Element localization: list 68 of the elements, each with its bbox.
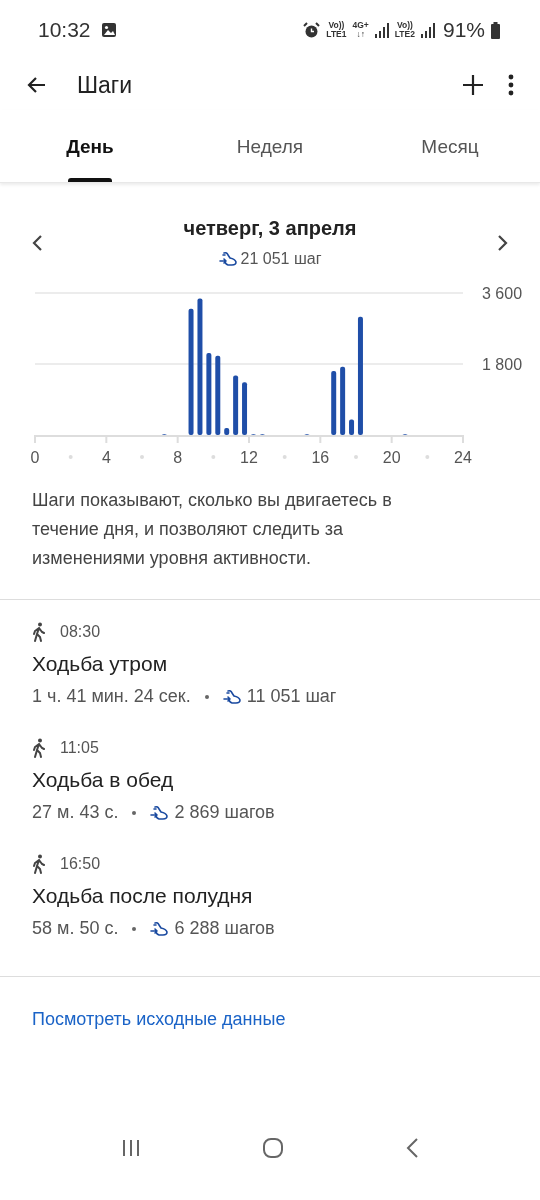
activity-steps: 11 051 шаг: [246, 686, 337, 707]
screen-title: Шаги: [77, 71, 133, 99]
x-tick-label: 24: [454, 449, 472, 466]
x-tick-label: 8: [173, 449, 183, 466]
more-options-icon[interactable]: [508, 74, 514, 96]
x-tick-label: 20: [382, 449, 401, 466]
battery-icon: [491, 21, 500, 39]
steps-icon: [222, 688, 243, 705]
x-tick-label: 12: [240, 449, 258, 466]
activity-time: 08:30: [60, 623, 101, 641]
total-steps: 21 051 шаг: [240, 250, 322, 268]
tab[interactable]: Месяц: [360, 110, 540, 182]
y-tick-label: 3 600: [482, 285, 523, 302]
activity-title: Ходьба в обед: [32, 768, 175, 792]
x-tick-label: 0: [30, 449, 40, 466]
alarm-icon: [303, 21, 321, 39]
bar: [340, 366, 346, 435]
signal-icon: [374, 22, 389, 38]
activity-time: 11:05: [60, 739, 99, 757]
separator-dot: [204, 694, 209, 699]
steps-icon: [150, 804, 171, 821]
bar: [331, 371, 337, 435]
activity-title: Ходьба после полудня: [32, 884, 254, 908]
tick-dot: [425, 455, 430, 459]
separator-dot: [132, 926, 137, 931]
tick-dot: [282, 455, 287, 459]
steps-icon: [150, 920, 171, 937]
tick-dot: [211, 455, 216, 459]
bar: [242, 382, 248, 435]
tick-dot: [140, 455, 144, 459]
battery-level: 91%: [442, 18, 485, 42]
previous-day-icon[interactable]: [30, 233, 44, 252]
network-label: Vo)) LTE2: [394, 21, 415, 39]
bar: [349, 419, 355, 435]
activity-duration: 1 ч. 41 мин. 24 сек.: [32, 686, 191, 707]
bar: [233, 375, 239, 435]
clock-time: 10:32: [38, 18, 91, 42]
activity-steps: 2 869 шагов: [174, 802, 275, 823]
tab[interactable]: Неделя: [180, 110, 360, 182]
y-tick-label: 1 800: [482, 356, 523, 373]
network-label: Vo)) LTE1: [326, 21, 347, 39]
activity-duration: 58 м. 50 с.: [32, 918, 119, 939]
data-label: 4G+ ↓↑: [352, 21, 369, 39]
bar: [224, 427, 230, 435]
signal-icon: [420, 22, 435, 38]
raw-data-link[interactable]: Посмотреть исходные данные: [32, 1009, 286, 1030]
date-title: четверг, 3 апреля: [183, 217, 357, 240]
recent-apps-icon[interactable]: [120, 1139, 141, 1157]
next-day-icon[interactable]: [496, 233, 510, 252]
x-tick-label: 4: [101, 449, 111, 466]
back-icon[interactable]: [405, 1137, 420, 1159]
description-text: Шаги показывают, сколько вы двигаетесь в течение дня, и позволяют следить за изменениями уровня активности.: [32, 489, 393, 570]
walking-icon: [32, 738, 46, 758]
activity-duration: 27 м. 43 с.: [32, 802, 119, 823]
tick-dot: [68, 455, 73, 459]
activity-time: 16:50: [60, 855, 101, 873]
x-tick-label: 16: [311, 449, 330, 466]
activity-title: Ходьба утром: [32, 652, 169, 676]
add-icon[interactable]: [462, 74, 484, 96]
separator-dot: [132, 810, 137, 815]
walking-icon: [32, 854, 46, 874]
activity-steps: 6 288 шагов: [174, 918, 275, 939]
home-icon[interactable]: [262, 1137, 284, 1159]
walking-icon: [32, 622, 46, 642]
image-icon: [100, 22, 117, 38]
steps-icon: [218, 251, 239, 267]
tab[interactable]: День: [0, 110, 180, 182]
tick-dot: [354, 455, 358, 459]
